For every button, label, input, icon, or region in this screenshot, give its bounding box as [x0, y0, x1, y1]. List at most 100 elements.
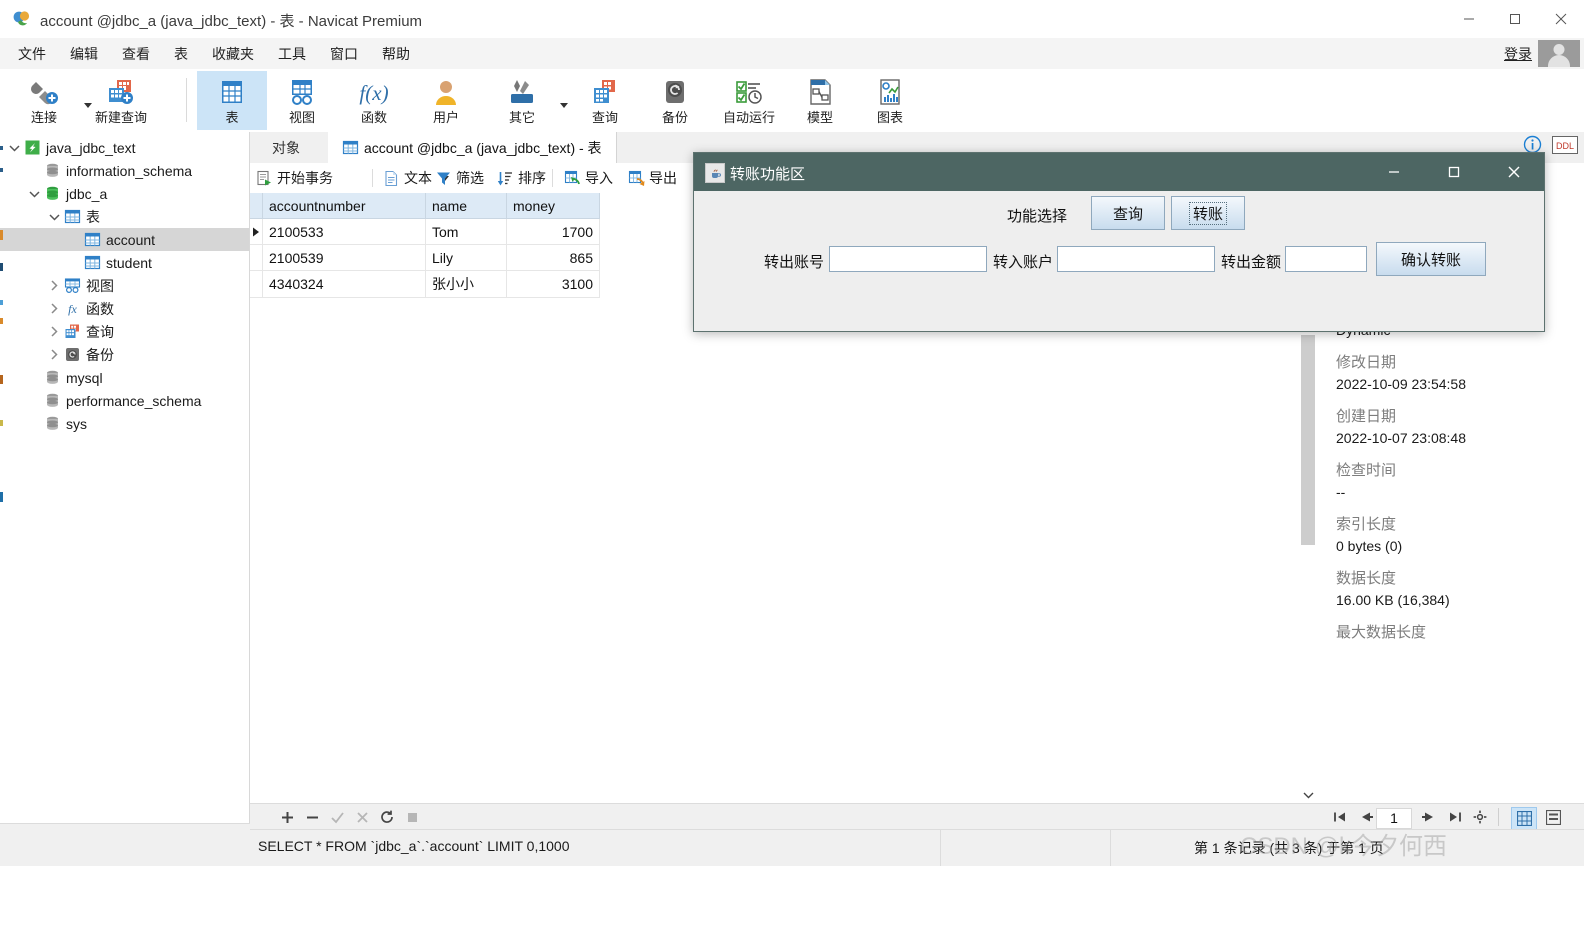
tree-node-0[interactable]: java_jdbc_text [0, 136, 249, 159]
table-header-row: accountnumber name money [250, 193, 600, 219]
column-header-name[interactable]: name [425, 193, 507, 219]
ribbon-button-11[interactable]: 图表 [860, 71, 920, 130]
close-button[interactable] [1538, 0, 1584, 38]
cell-accountnumber[interactable]: 2100533 [262, 218, 426, 245]
ribbon-button-2[interactable]: 表 [197, 71, 267, 130]
cell-money[interactable]: 3100 [506, 270, 600, 298]
menu-item-0[interactable]: 文件 [6, 41, 58, 67]
ddl-icon[interactable]: DDL [1552, 135, 1578, 157]
menu-item-1[interactable]: 编辑 [58, 41, 110, 67]
to-account-input[interactable] [1057, 246, 1215, 272]
cell-name[interactable]: Lily [425, 244, 507, 271]
menu-item-4[interactable]: 收藏夹 [200, 41, 266, 67]
property-item-7: 数据长度 16.00 KB (16,384) [1316, 568, 1584, 610]
tree-node-6[interactable]: 视图 [0, 274, 249, 297]
tree-node-1[interactable]: information_schema [0, 159, 249, 182]
refresh-icon[interactable] [376, 807, 398, 827]
ribbon-button-label: 图表 [876, 110, 903, 125]
tree-node-9[interactable]: 备份 [0, 343, 249, 366]
scroll-down-arrow[interactable] [1300, 787, 1316, 803]
object-tree: java_jdbc_text information_schema jdbc_a 表 a… [0, 136, 249, 435]
table-row[interactable]: 2100533 Tom 1700 [250, 218, 600, 245]
tree-node-7[interactable]: fx 函数 [0, 297, 249, 320]
tree-node-11[interactable]: performance_schema [0, 389, 249, 412]
next-record-icon[interactable] [1416, 807, 1440, 827]
ribbon-toolbar: 连接 新建查询 表 视图 f(x) 函数 用户 其它 查询 备份 自动运行 模型 图表 [0, 69, 1584, 133]
maximize-button[interactable] [1492, 0, 1538, 38]
grid-toolbar-button-4[interactable]: 导入 [564, 167, 613, 189]
cell-accountnumber[interactable]: 2100539 [262, 244, 426, 271]
ribbon-button-8[interactable]: 备份 [645, 71, 705, 130]
scrollbar-thumb[interactable] [1301, 335, 1315, 545]
grid-toolbar-button-0[interactable]: 开始事务 [256, 167, 333, 189]
tree-node-8[interactable]: 查询 [0, 320, 249, 343]
tree-node-3[interactable]: 表 [0, 205, 249, 228]
ribbon-button-9[interactable]: 自动运行 [710, 71, 788, 130]
ribbon-button-6[interactable]: 其它 [492, 71, 552, 130]
chevron-down-icon[interactable] [26, 190, 42, 198]
transfer-button[interactable]: 转账 [1171, 196, 1245, 230]
grid-toolbar-button-3[interactable]: 排序 [497, 167, 546, 189]
ribbon-button-1[interactable]: 新建查询 [82, 71, 160, 130]
ribbon-button-10[interactable]: 模型 [790, 71, 850, 130]
page-number-input[interactable]: 1 [1376, 808, 1412, 829]
grid-toolbar-button-2[interactable]: 筛选 [435, 167, 484, 189]
menu-item-5[interactable]: 工具 [266, 41, 318, 67]
tree-node-5[interactable]: student [0, 251, 249, 274]
prev-record-icon[interactable] [1354, 807, 1378, 827]
dialog-minimize-button[interactable] [1364, 153, 1424, 191]
dialog-maximize-button[interactable] [1424, 153, 1484, 191]
grid-toolbar-button-5[interactable]: 导出 [628, 167, 677, 189]
ribbon-button-7[interactable]: 查询 [575, 71, 635, 130]
dialog-close-button[interactable] [1484, 153, 1544, 191]
tree-node-12[interactable]: sys [0, 412, 249, 435]
query-button[interactable]: 查询 [1091, 196, 1165, 230]
cell-money[interactable]: 1700 [506, 218, 600, 245]
first-record-icon[interactable] [1328, 807, 1352, 827]
column-header-money[interactable]: money [506, 193, 600, 219]
grid-view-icon[interactable] [1511, 807, 1537, 830]
ribbon-button-3[interactable]: 视图 [272, 71, 332, 130]
chevron-down-icon[interactable] [6, 144, 22, 152]
tree-node-2[interactable]: jdbc_a [0, 182, 249, 205]
cell-money[interactable]: 865 [506, 244, 600, 271]
minimize-button[interactable] [1446, 0, 1492, 38]
chevron-right-icon[interactable] [46, 349, 62, 360]
cell-name[interactable]: Tom [425, 218, 507, 245]
tree-node-label: 函数 [86, 300, 114, 317]
chevron-right-icon[interactable] [46, 326, 62, 337]
menu-item-3[interactable]: 表 [162, 41, 200, 67]
chevron-down-icon[interactable] [560, 103, 568, 108]
confirm-transfer-button[interactable]: 确认转账 [1376, 242, 1486, 276]
cell-accountnumber[interactable]: 4340324 [262, 270, 426, 298]
column-header-accountnumber[interactable]: accountnumber [262, 193, 426, 219]
editor-tab-0[interactable]: 对象 [258, 132, 314, 163]
editor-tab-1[interactable]: account @jdbc_a (java_jdbc_text) - 表 [328, 132, 617, 163]
tree-node-10[interactable]: mysql [0, 366, 249, 389]
menu-item-6[interactable]: 窗口 [318, 41, 370, 67]
ribbon-button-4[interactable]: f(x) 函数 [344, 71, 404, 130]
table-row[interactable]: 2100539 Lily 865 [250, 244, 600, 271]
records-table: accountnumber name money 2100533 Tom 1700 2100… [250, 193, 600, 298]
avatar[interactable] [1538, 40, 1580, 67]
grid-settings-icon[interactable] [1468, 807, 1492, 827]
cell-name[interactable]: 张小小 [425, 270, 507, 298]
database-icon [42, 369, 62, 386]
login-link[interactable]: 登录 [1504, 44, 1532, 64]
add-record-icon[interactable] [276, 807, 298, 827]
form-view-icon[interactable] [1541, 807, 1565, 828]
tree-node-4[interactable]: account [0, 228, 249, 251]
ribbon-button-5[interactable]: 用户 [416, 71, 476, 130]
delete-record-icon[interactable] [301, 807, 323, 827]
table-row[interactable]: 4340324 张小小 3100 [250, 270, 600, 298]
from-account-input[interactable] [829, 246, 987, 272]
chevron-right-icon[interactable] [46, 280, 62, 291]
chevron-right-icon[interactable] [46, 303, 62, 314]
chevron-down-icon[interactable] [46, 213, 62, 221]
amount-input[interactable] [1285, 246, 1367, 272]
menu-item-7[interactable]: 帮助 [370, 41, 422, 67]
tree-node-label: jdbc_a [66, 185, 108, 202]
ribbon-button-0[interactable]: 连接 [12, 71, 76, 130]
last-record-icon[interactable] [1442, 807, 1466, 827]
menu-item-2[interactable]: 查看 [110, 41, 162, 67]
